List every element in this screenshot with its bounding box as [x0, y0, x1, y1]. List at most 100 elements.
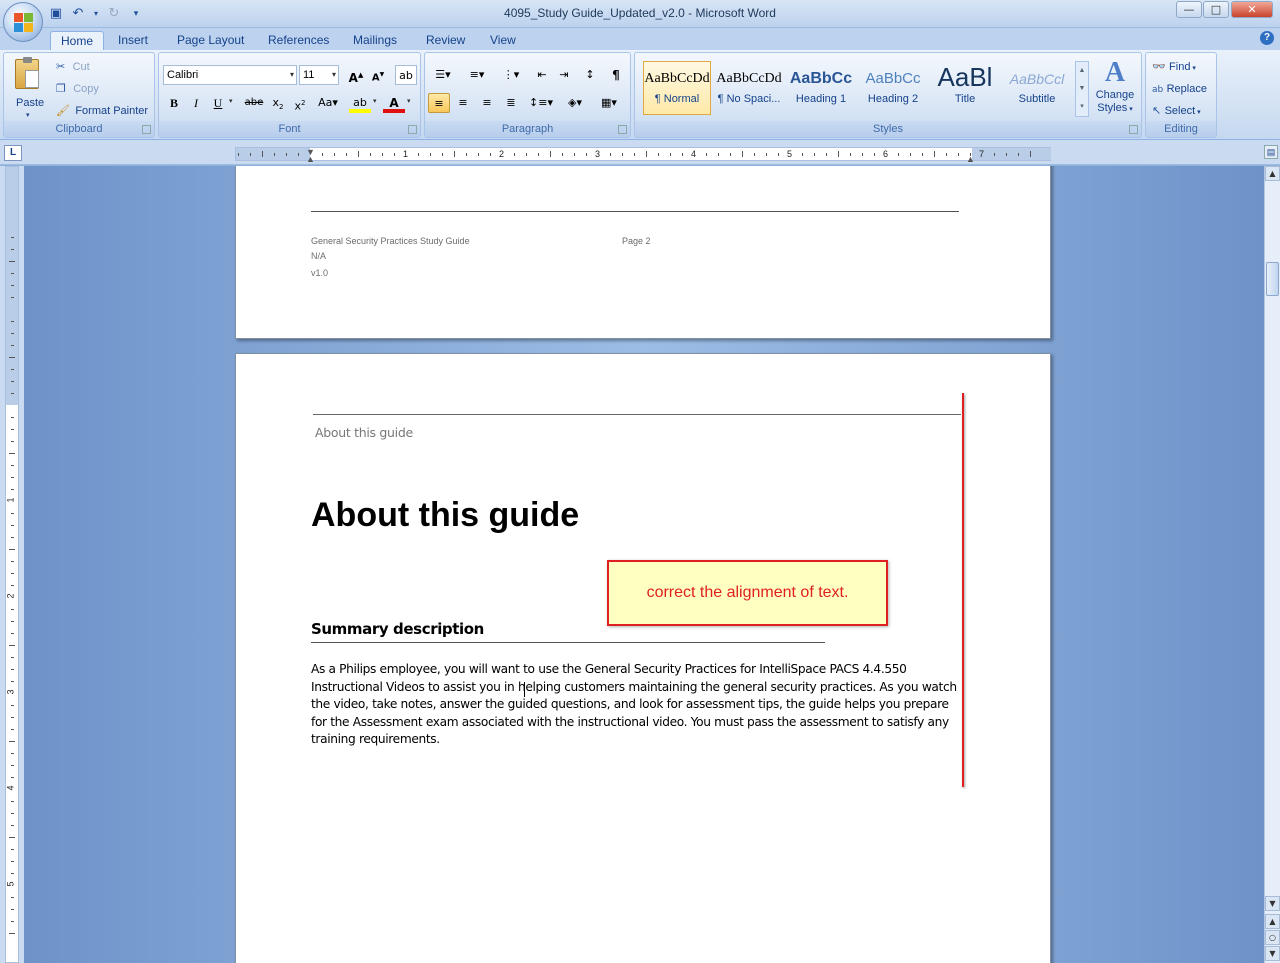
bold-button[interactable]: B	[163, 93, 185, 113]
styles-dialog-launcher-icon[interactable]	[1129, 125, 1138, 134]
ruler-tick	[11, 921, 14, 922]
shrink-font-button[interactable]: A▼	[367, 65, 389, 85]
vertical-ruler[interactable]: 1 2 3 4 5	[5, 166, 19, 963]
ruler-tick	[802, 153, 803, 156]
maximize-button[interactable]: □	[1203, 1, 1229, 18]
document-page-2[interactable]: About this guide About this guide Summar…	[235, 353, 1051, 963]
ruler-number: 4	[5, 785, 16, 791]
strikethrough-button[interactable]: abe	[243, 93, 265, 113]
font-color-dropdown-icon[interactable]: ▾	[407, 97, 411, 105]
ruler-tick	[11, 705, 14, 706]
minimize-button[interactable]: —	[1176, 1, 1202, 18]
vertical-scrollbar[interactable]: ▲ ▼ ▲ ○ ▼	[1264, 166, 1280, 963]
tab-home[interactable]: Home	[50, 31, 105, 50]
view-ruler-icon[interactable]: ▤	[1264, 145, 1278, 159]
font-color-button[interactable]: A	[383, 93, 405, 113]
find-label: Find	[1169, 61, 1191, 73]
underline-button[interactable]: U	[207, 93, 229, 113]
italic-button[interactable]: I	[185, 93, 207, 113]
underline-dropdown-icon[interactable]: ▾	[229, 97, 233, 105]
change-styles-button[interactable]: A Change Styles ▾	[1091, 57, 1139, 121]
clipboard-dialog-launcher-icon[interactable]	[142, 125, 151, 134]
document-page-1[interactable]: General Security Practices Study Guide P…	[235, 166, 1051, 339]
office-logo-icon	[14, 13, 34, 33]
sort-button[interactable]: ↕	[579, 65, 601, 85]
subscript-button[interactable]: x2	[267, 93, 289, 113]
clear-formatting-button[interactable]: ab	[395, 65, 417, 85]
tab-mailings[interactable]: Mailings	[343, 31, 407, 50]
bullets-button[interactable]: ☰▾	[428, 65, 458, 85]
style-no-spacing[interactable]: AaBbCcDd ¶ No Spaci...	[715, 61, 783, 115]
tab-view[interactable]: View	[480, 31, 526, 50]
line-spacing-button[interactable]: ↕≡▾	[527, 93, 555, 113]
scroll-thumb[interactable]	[1266, 262, 1279, 296]
ruler-tick	[298, 153, 299, 156]
style-heading-2[interactable]: AaBbCc Heading 2	[859, 61, 927, 115]
decrease-indent-button[interactable]: ⇤	[531, 65, 553, 85]
tab-references[interactable]: References	[258, 31, 339, 50]
scroll-down-button[interactable]: ▼	[1265, 896, 1280, 911]
chevron-up-icon[interactable]: ▲	[1076, 62, 1088, 80]
hanging-indent-marker[interactable]: ▲	[306, 154, 315, 164]
previous-page-button[interactable]: ▲	[1265, 914, 1280, 929]
help-icon[interactable]: ?	[1260, 31, 1274, 45]
shading-button[interactable]: ◈▾	[561, 93, 589, 113]
ruler-number: 7	[979, 149, 985, 159]
replace-label: Replace	[1166, 83, 1207, 95]
style-title[interactable]: AaBl Title	[931, 61, 999, 115]
grow-font-button[interactable]: A▲	[345, 65, 367, 85]
style-heading-1[interactable]: AaBbCc Heading 1	[787, 61, 855, 115]
select-button[interactable]: ↖ Select ▾	[1152, 103, 1201, 117]
paragraph-dialog-launcher-icon[interactable]	[618, 125, 627, 134]
tab-review[interactable]: Review	[416, 31, 475, 50]
ruler-tick	[11, 849, 14, 850]
find-button[interactable]: 👓 Find ▾	[1152, 59, 1196, 73]
cut-button[interactable]: ✂ Cut	[56, 59, 90, 75]
copy-button[interactable]: ❐ Copy	[56, 81, 99, 97]
style-subtitle[interactable]: AaBbCcl Subtitle	[1003, 61, 1071, 115]
font-dialog-launcher-icon[interactable]	[408, 125, 417, 134]
align-center-button[interactable]: ≡	[452, 93, 474, 113]
style-normal[interactable]: AaBbCcDd ¶ Normal	[643, 61, 711, 115]
format-painter-button[interactable]: 🖌 Format Painter	[56, 103, 148, 119]
paste-button[interactable]: Paste ▾	[10, 57, 46, 119]
document-workspace[interactable]: General Security Practices Study Guide P…	[24, 166, 1264, 963]
scroll-up-button[interactable]: ▲	[1265, 166, 1280, 181]
tab-page-layout[interactable]: Page Layout	[167, 31, 254, 50]
align-left-button[interactable]: ≡	[428, 93, 450, 113]
align-right-button[interactable]: ≡	[476, 93, 498, 113]
tab-insert[interactable]: Insert	[108, 31, 158, 50]
office-button[interactable]	[3, 2, 43, 42]
paintbrush-icon: 🖌	[56, 104, 70, 117]
borders-button[interactable]: ▦▾	[595, 93, 623, 113]
close-button[interactable]: ✕	[1231, 1, 1273, 18]
ruler-tick	[586, 153, 587, 156]
replace-button[interactable]: ab Replace	[1152, 81, 1207, 95]
tab-selector-button[interactable]: L	[4, 145, 22, 161]
justify-button[interactable]: ≣	[500, 93, 522, 113]
ruler-tick	[11, 381, 14, 382]
summary-paragraph[interactable]: As a Philips employee, you will want to …	[311, 661, 957, 749]
numbering-button[interactable]: ≡▾	[462, 65, 492, 85]
font-name-combo[interactable]: Calibri ▾	[163, 65, 297, 85]
change-case-button[interactable]: Aa▾	[315, 93, 341, 113]
ruler-tick	[11, 681, 14, 682]
right-indent-marker[interactable]: ▲	[966, 154, 975, 164]
increase-indent-button[interactable]: ⇥	[553, 65, 575, 85]
ruler-tick	[490, 153, 491, 156]
horizontal-ruler[interactable]: 1234567 ▼ ▲ ▲	[235, 147, 1051, 164]
chevron-down-icon[interactable]: ▼	[1076, 80, 1088, 98]
superscript-button[interactable]: x2	[289, 93, 311, 113]
font-size-combo[interactable]: 11 ▾	[299, 65, 339, 85]
show-hide-marks-button[interactable]: ¶	[605, 65, 627, 85]
select-browse-object-button[interactable]: ○	[1265, 930, 1280, 945]
ruler-tick	[11, 621, 14, 622]
highlight-color-button[interactable]: ab	[349, 93, 371, 113]
more-styles-icon[interactable]: ▾	[1076, 98, 1088, 116]
ruler-tick	[11, 633, 14, 634]
next-page-button[interactable]: ▼	[1265, 946, 1280, 961]
highlight-dropdown-icon[interactable]: ▾	[373, 97, 377, 105]
binoculars-icon: 👓	[1152, 60, 1166, 73]
multilevel-list-button[interactable]: ⋮▾	[496, 65, 526, 85]
ruler-tick	[730, 153, 731, 156]
